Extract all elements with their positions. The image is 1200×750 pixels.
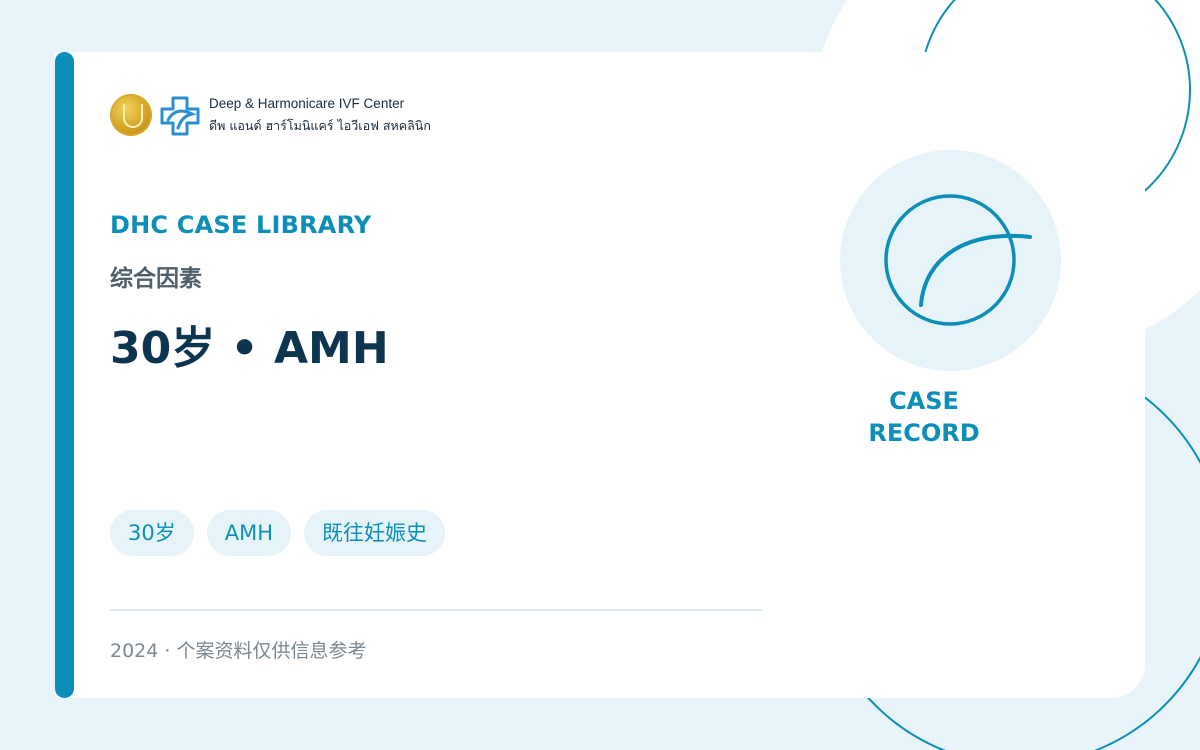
tag-amh: AMH [206,510,292,556]
clinic-name-en: Deep & Harmonicare IVF Center [209,96,405,111]
case-record-line2: RECORD [868,419,980,447]
page-title: 30岁 • AMH [110,323,389,374]
medical-cross-icon [160,96,200,136]
case-record-icon [884,194,1032,326]
tag-pregnancy-history: 既往妊娠史 [304,510,446,556]
royal-seal-icon [110,94,152,136]
category-label: 综合因素 [110,266,202,292]
case-record-label: CASE RECORD [861,385,987,449]
library-label: DHC CASE LIBRARY [110,211,372,239]
accent-bar [55,52,74,698]
tag-age: 30岁 [110,510,194,556]
footer-divider [110,609,762,611]
clinic-name-th: ดีพ แอนด์ ฮาร์โมนิแคร์ ไอวีเอฟ สหคลินิก [209,118,431,133]
tag-list: 30岁 AMH 既往妊娠史 [110,510,446,556]
case-record-line1: CASE [889,387,959,415]
case-card: Deep & Harmonicare IVF Center ดีพ แอนด์ … [55,52,1145,698]
footer-note: 2024 · 个案资料仅供信息参考 [110,640,367,662]
